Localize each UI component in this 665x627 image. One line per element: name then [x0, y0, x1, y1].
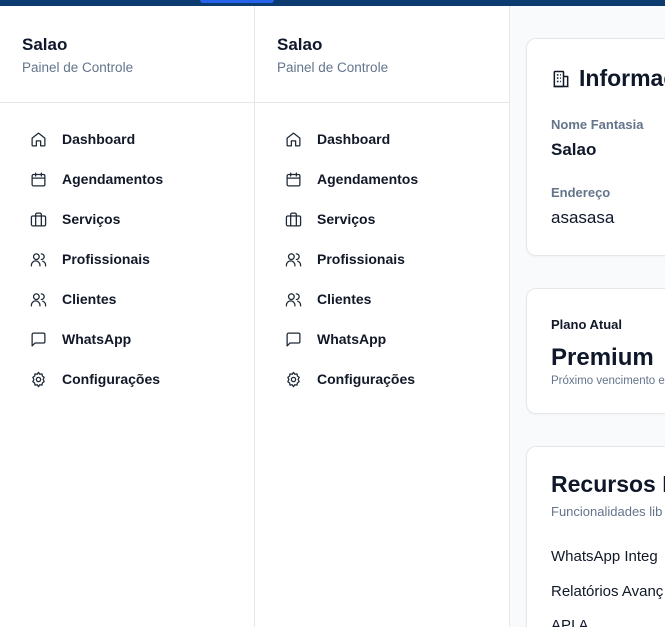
plan-next-due: Próximo vencimento e: [551, 375, 665, 387]
sidebar-item-configuracoes[interactable]: Configurações: [0, 359, 254, 399]
sidebar-item-label: WhatsApp: [317, 331, 387, 347]
home-icon: [285, 131, 302, 148]
sidebar-secondary: Salao Painel de Controle Dashboard Agend…: [254, 6, 510, 627]
users-icon: [285, 251, 302, 268]
resource-item: WhatsApp Integ: [551, 548, 658, 565]
sidebar-nav: Dashboard Agendamentos Serviços Profissi…: [255, 103, 509, 399]
sidebar-item-label: WhatsApp: [62, 331, 132, 347]
plan-label: Plano Atual: [551, 317, 623, 332]
field-value-nome-fantasia: Salao: [551, 140, 597, 159]
field-label-endereco: Endereço: [551, 185, 611, 200]
sidebar-item-label: Configurações: [317, 371, 416, 387]
sidebar-subtitle: Painel de Controle: [22, 60, 134, 75]
sidebar-item-profissionais[interactable]: Profissionais: [0, 239, 254, 279]
sidebar-item-servicos[interactable]: Serviços: [0, 199, 254, 239]
sidebar-title: Salao: [277, 35, 323, 54]
active-tab-indicator: [200, 0, 274, 3]
sidebar-item-label: Agendamentos: [317, 171, 419, 187]
calendar-icon: [285, 171, 302, 188]
sidebar-item-dashboard[interactable]: Dashboard: [255, 119, 509, 159]
sidebar-title: Salao: [22, 35, 68, 54]
sidebar-item-label: Clientes: [62, 291, 117, 307]
company-info-card: Informac Nome Fantasia Salao Endereço as…: [526, 38, 665, 256]
users-icon: [30, 291, 47, 308]
sidebar-primary: Salao Painel de Controle Dashboard Agend…: [0, 6, 255, 627]
users-icon: [30, 251, 47, 268]
sidebar-subtitle: Painel de Controle: [277, 60, 389, 75]
sidebar-item-clientes[interactable]: Clientes: [255, 279, 509, 319]
sidebar-item-label: Agendamentos: [62, 171, 164, 187]
card-subtitle: Funcionalidades lib: [551, 504, 663, 519]
briefcase-icon: [285, 211, 302, 228]
sidebar-item-dashboard[interactable]: Dashboard: [0, 119, 254, 159]
current-plan-card: Plano Atual Premium Próximo vencimento e: [526, 288, 665, 414]
resource-item: Relatórios Avanç: [551, 583, 664, 600]
sidebar-item-label: Dashboard: [62, 131, 136, 147]
sidebar-item-profissionais[interactable]: Profissionais: [255, 239, 509, 279]
settings-icon: [30, 371, 47, 388]
resources-card: Recursos D Funcionalidades lib WhatsApp …: [526, 446, 665, 627]
card-title: Informac: [579, 65, 665, 91]
calendar-icon: [30, 171, 47, 188]
sidebar-item-agendamentos[interactable]: Agendamentos: [0, 159, 254, 199]
sidebar-item-configuracoes[interactable]: Configurações: [255, 359, 509, 399]
plan-name: Premium: [551, 344, 654, 371]
settings-icon: [285, 371, 302, 388]
sidebar-item-agendamentos[interactable]: Agendamentos: [255, 159, 509, 199]
sidebar-item-label: Clientes: [317, 291, 372, 307]
users-icon: [285, 291, 302, 308]
sidebar-header: Salao Painel de Controle: [0, 6, 254, 103]
sidebar-item-label: Serviços: [317, 211, 376, 227]
building-icon: [553, 70, 569, 87]
sidebar-item-label: Configurações: [62, 371, 161, 387]
sidebar-item-servicos[interactable]: Serviços: [255, 199, 509, 239]
card-header: Informac: [551, 65, 665, 92]
message-square-icon: [30, 331, 47, 348]
sidebar-item-label: Dashboard: [317, 131, 391, 147]
home-icon: [30, 131, 47, 148]
briefcase-icon: [30, 211, 47, 228]
sidebar-item-label: Profissionais: [62, 251, 150, 267]
sidebar-nav: Dashboard Agendamentos Serviços Profissi…: [0, 103, 254, 399]
field-value-endereco: asasasa: [551, 208, 615, 227]
sidebar-item-label: Profissionais: [317, 251, 405, 267]
message-square-icon: [285, 331, 302, 348]
main-content: Informac Nome Fantasia Salao Endereço as…: [510, 6, 665, 627]
resource-item: API A: [551, 617, 589, 627]
sidebar-item-label: Serviços: [62, 211, 121, 227]
sidebar-header: Salao Painel de Controle: [255, 6, 509, 103]
sidebar-item-whatsapp[interactable]: WhatsApp: [255, 319, 509, 359]
card-title: Recursos D: [551, 471, 665, 497]
sidebar-item-whatsapp[interactable]: WhatsApp: [0, 319, 254, 359]
sidebar-item-clientes[interactable]: Clientes: [0, 279, 254, 319]
field-label-nome-fantasia: Nome Fantasia: [551, 117, 644, 132]
